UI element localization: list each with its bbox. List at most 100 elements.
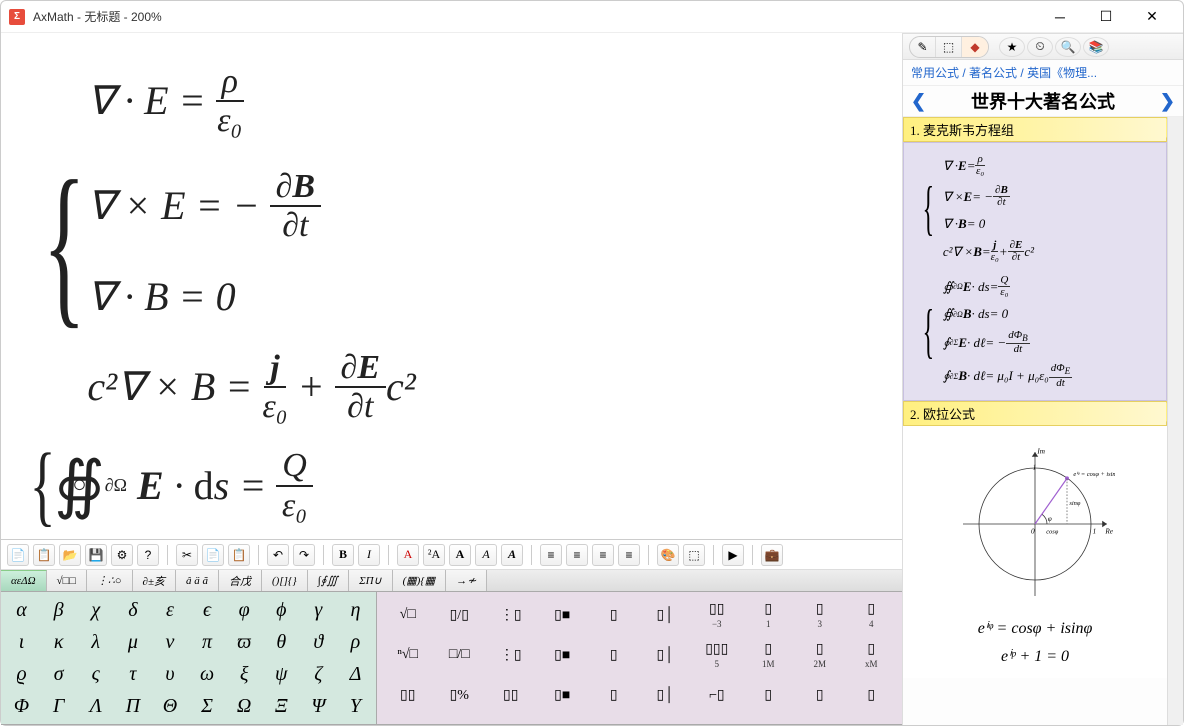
toolbox-button[interactable]: 💼 [761,544,783,566]
section-1-header[interactable]: 1. 麦克斯韦方程组 [903,117,1167,142]
tb-open-icon[interactable]: 📂 [59,544,81,566]
layout-item-27[interactable]: ▯ [744,676,794,714]
tb-new-icon[interactable]: 📄 [7,544,29,566]
layout-item-10[interactable]: ⁿ√□ [383,636,433,674]
bold-button[interactable]: B [332,544,354,566]
layout-item-21[interactable]: ▯% [435,676,485,714]
layout-item-22[interactable]: ▯▯ [486,676,536,714]
greek-Δ[interactable]: Δ [337,658,374,690]
close-button[interactable]: ✕ [1129,2,1175,32]
greek-ϵ[interactable]: ϵ [188,594,225,626]
italic-button[interactable]: I [358,544,380,566]
layout-item-1[interactable]: ▯/▯ [435,596,485,634]
tb-undo-icon[interactable]: ↶ [267,544,289,566]
right-scrollbar[interactable] [1167,117,1183,725]
color-button[interactable]: 🎨 [657,544,679,566]
style-a3-button[interactable]: A [449,544,471,566]
greek-χ[interactable]: χ [77,594,114,626]
style-a1-button[interactable]: A [397,544,419,566]
layout-item-0[interactable]: √□ [383,596,433,634]
greek-ϱ[interactable]: ϱ [3,658,40,690]
nav-prev-button[interactable]: ❮ [911,91,926,112]
layout-item-11[interactable]: □/□ [435,636,485,674]
layout-item-12[interactable]: ⋮▯ [486,636,536,674]
section-1-block[interactable]: { ∇ · E = ρε₀ ∇ × E = − ∂B∂t ∇ · B = 0 c… [903,142,1167,401]
tb-cut-icon[interactable]: ✂ [176,544,198,566]
nav-next-button[interactable]: ❯ [1160,91,1175,112]
greek-ε[interactable]: ε [151,594,188,626]
layout-item-6[interactable]: ▯▯−3 [692,596,742,634]
align-left-button[interactable]: ≡ [540,544,562,566]
greek-α[interactable]: α [3,594,40,626]
layout-item-25[interactable]: ▯│ [641,676,691,714]
layout-item-26[interactable]: ⌐▯ [692,676,742,714]
style-a4-button[interactable]: A [475,544,497,566]
tab-ops[interactable]: ∂±亥 [133,570,176,591]
greek-ς[interactable]: ς [77,658,114,690]
rt-edit-icon[interactable]: ✎ [910,37,936,57]
greek-π[interactable]: π [188,626,225,658]
greek-Φ[interactable]: Φ [3,690,40,722]
breadcrumb[interactable]: 常用公式 / 著名公式 / 英国《物理... [903,60,1183,86]
tb-save-icon[interactable]: 💾 [85,544,107,566]
rt-book-icon[interactable]: 📚 [1083,37,1109,57]
greek-Θ[interactable]: Θ [151,690,188,722]
tab-cjk[interactable]: 合戊 [219,570,262,591]
layout-item-8[interactable]: ▯3 [795,596,845,634]
greek-θ[interactable]: θ [263,626,300,658]
greek-σ[interactable]: σ [40,658,77,690]
layout-item-9[interactable]: ▯4 [847,596,897,634]
layout-item-7[interactable]: ▯1 [744,596,794,634]
tb-copy-icon[interactable]: 📋 [33,544,55,566]
layout-item-28[interactable]: ▯ [795,676,845,714]
rt-grid-icon[interactable]: ⬚ [936,37,962,57]
greek-Π[interactable]: Π [114,690,151,722]
right-content[interactable]: 1. 麦克斯韦方程组 { ∇ · E = ρε₀ ∇ × E = − ∂B∂t … [903,117,1167,725]
tab-arrows[interactable]: →≁ [446,570,487,591]
greek-Υ[interactable]: Υ [337,690,374,722]
tb-settings-icon[interactable]: ⚙ [111,544,133,566]
greek-κ[interactable]: κ [40,626,77,658]
greek-μ[interactable]: μ [114,626,151,658]
section-2-header[interactable]: 2. 欧拉公式 [903,401,1167,426]
minimize-button[interactable]: ─ [1037,2,1083,32]
rt-clock-icon[interactable]: ⏲ [1027,37,1053,57]
tab-integrals[interactable]: ∫∮∭ [308,570,349,591]
tab-matrix[interactable]: (▦){▦ [393,570,447,591]
rt-star-icon[interactable]: ★ [999,37,1025,57]
layout-item-23[interactable]: ▯■ [538,676,588,714]
greek-τ[interactable]: τ [114,658,151,690]
layout-item-29[interactable]: ▯ [847,676,897,714]
greek-Λ[interactable]: Λ [77,690,114,722]
greek-ϖ[interactable]: ϖ [226,626,263,658]
layout-item-24[interactable]: ▯ [589,676,639,714]
greek-φ[interactable]: φ [226,594,263,626]
play-button[interactable]: ▶ [722,544,744,566]
align-right-button[interactable]: ≡ [592,544,614,566]
tb-redo-icon[interactable]: ↷ [293,544,315,566]
tab-bigops[interactable]: ΣΠ∪ [349,570,393,591]
tab-dots[interactable]: ⋮∴○ [87,570,133,591]
greek-Ψ[interactable]: Ψ [300,690,337,722]
greek-ω[interactable]: ω [188,658,225,690]
greek-ρ[interactable]: ρ [337,626,374,658]
layout-item-17[interactable]: ▯1M [744,636,794,674]
greek-ψ[interactable]: ψ [263,658,300,690]
greek-ι[interactable]: ι [3,626,40,658]
greek-δ[interactable]: δ [114,594,151,626]
greek-ζ[interactable]: ζ [300,658,337,690]
rt-search-icon[interactable]: 🔍 [1055,37,1081,57]
tab-accents[interactable]: â ä ã [176,570,219,591]
greek-Ω[interactable]: Ω [226,690,263,722]
greek-η[interactable]: η [337,594,374,626]
layout-item-19[interactable]: ▯xM [847,636,897,674]
equation-editor[interactable]: { ∇ · E = ρε₀ ∇ × E = − ∂B∂t ∇ · B = 0 c… [1,33,902,539]
layout-item-14[interactable]: ▯ [589,636,639,674]
greek-ϕ[interactable]: ϕ [263,594,300,626]
layout-item-16[interactable]: ▯▯▯5 [692,636,742,674]
greek-ν[interactable]: ν [151,626,188,658]
tab-brackets[interactable]: ()[]{} [262,570,308,591]
greek-γ[interactable]: γ [300,594,337,626]
layout-item-13[interactable]: ▯■ [538,636,588,674]
greek-Ξ[interactable]: Ξ [263,690,300,722]
